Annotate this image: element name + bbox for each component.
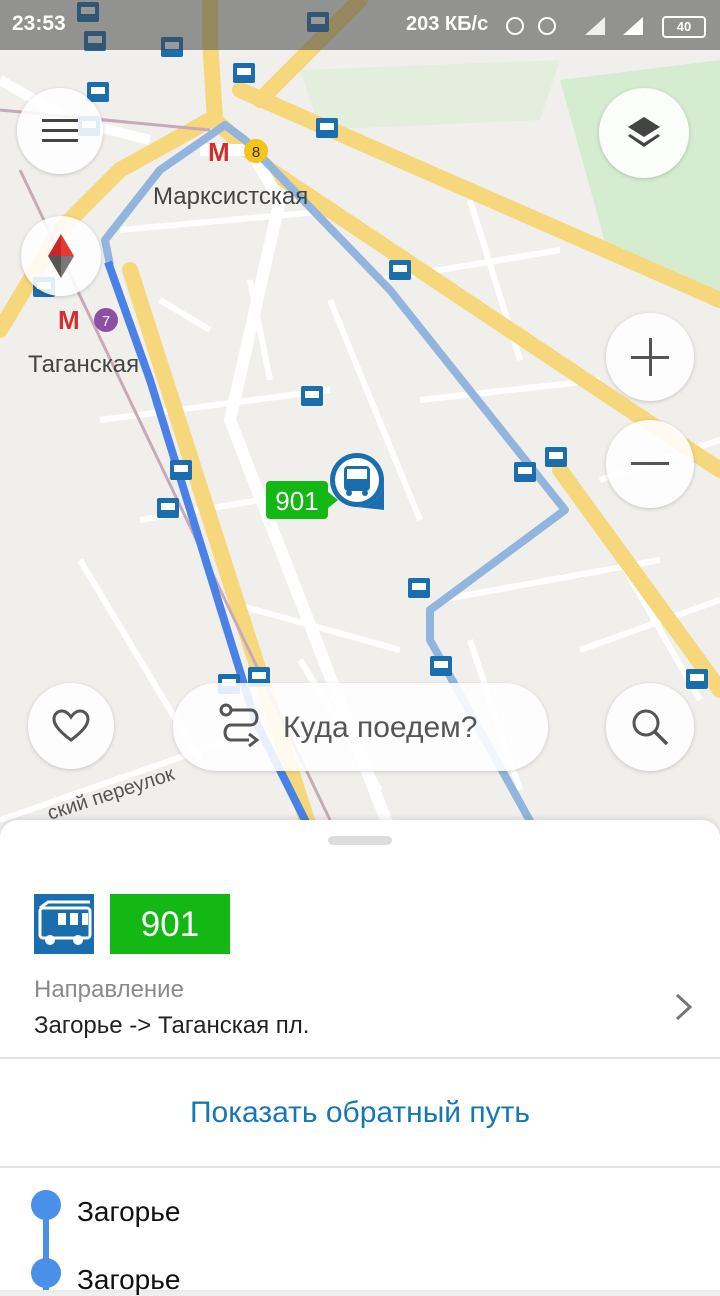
bus-stop-window	[305, 391, 319, 398]
menu-icon	[42, 119, 78, 142]
bus-stop-window	[518, 467, 532, 474]
search-placeholder: Куда поедем?	[283, 711, 478, 744]
station-label[interactable]: Марксистская	[153, 183, 308, 210]
battery-indicator: 40	[662, 16, 706, 38]
network-speed: 203 КБ/с	[406, 13, 489, 35]
bus-stop-window	[320, 123, 334, 130]
status-bar: 23:53 203 КБ/с 40	[0, 0, 720, 50]
zoom-out-button[interactable]	[606, 420, 694, 508]
heart-icon	[52, 709, 90, 742]
compass-button[interactable]	[21, 216, 101, 296]
park-area	[300, 60, 560, 130]
bus-route-number: 901	[275, 486, 318, 516]
bus-stop-window	[91, 87, 105, 94]
bus-stop-window	[434, 661, 448, 668]
metro-icon: М	[208, 137, 230, 167]
bus-type-badge	[34, 894, 94, 954]
stop-name[interactable]: Загорье	[77, 1196, 180, 1228]
stop-dot	[31, 1258, 61, 1288]
compass-icon	[48, 234, 74, 278]
bus-stop-window	[549, 452, 563, 459]
zoom-in-icon	[631, 338, 669, 376]
zoom-out-icon	[631, 462, 669, 465]
route-panel: 901 Направление Загорье -> Таганская пл.…	[0, 820, 720, 1295]
search-button[interactable]	[606, 683, 694, 771]
layers-icon	[628, 117, 660, 147]
bus-stop-window	[237, 68, 251, 75]
stop-dot	[31, 1190, 61, 1220]
layers-button[interactable]	[599, 88, 689, 178]
direction-value[interactable]: Загорье -> Таганская пл.	[34, 1012, 309, 1040]
bus-stop-window	[393, 265, 407, 272]
route-number-badge: 901	[110, 894, 230, 954]
direction-label: Направление	[34, 976, 184, 1003]
metro-icon: М	[58, 305, 80, 335]
bus-icon	[38, 900, 92, 945]
divider	[0, 1166, 720, 1168]
chevron-right-icon[interactable]	[672, 992, 696, 1022]
show-reverse-route-button[interactable]: Показать обратный путь	[0, 1096, 720, 1130]
zoom-in-button[interactable]	[606, 313, 694, 401]
stop-name[interactable]: Загорье	[77, 1264, 180, 1296]
route-icon	[219, 703, 260, 748]
search-bar[interactable]: Куда поедем?	[173, 683, 548, 771]
status-icons	[506, 17, 643, 35]
search-icon	[632, 709, 669, 746]
metro-line-number: 7	[102, 313, 110, 330]
menu-button[interactable]	[17, 88, 103, 174]
bus-stop-window	[174, 465, 188, 472]
station-label[interactable]: Таганская	[28, 351, 139, 378]
favorites-button[interactable]	[28, 683, 114, 769]
bus-stop-window	[412, 583, 426, 590]
bus-stop-window	[161, 503, 175, 510]
bus-stop-window	[690, 674, 704, 681]
status-time: 23:53	[12, 12, 66, 35]
metro-line-number: 8	[252, 144, 260, 161]
divider	[0, 1057, 720, 1059]
bus-stop-window	[252, 672, 266, 679]
drag-handle[interactable]	[328, 836, 392, 845]
